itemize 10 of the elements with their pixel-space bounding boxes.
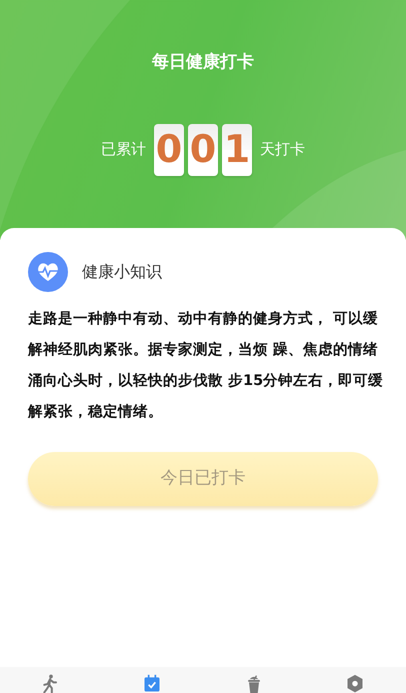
counter-digit: 0 xyxy=(154,124,184,176)
counter-label: 天打卡 xyxy=(260,139,305,160)
tab-button[interactable] xyxy=(142,673,162,693)
counter-digit: 1 xyxy=(222,124,252,176)
counter-label: 已累计 xyxy=(101,139,146,160)
tab-button[interactable] xyxy=(345,673,366,693)
section-title: 健康小知识 xyxy=(82,261,162,283)
counter-digit: 0 xyxy=(188,124,218,176)
tip-paragraph: 走路是一种静中有动、动中有静的健身方式， 可以缓解神经肌肉紧张。据专家测定，当烦 躁、焦虑的情绪涌向心头时，以轻快的步伐散 步15分钟左右，即可缓解紧张，稳定情绪。 xyxy=(28,309,384,422)
page-title: 每日健康打卡 xyxy=(152,52,254,72)
